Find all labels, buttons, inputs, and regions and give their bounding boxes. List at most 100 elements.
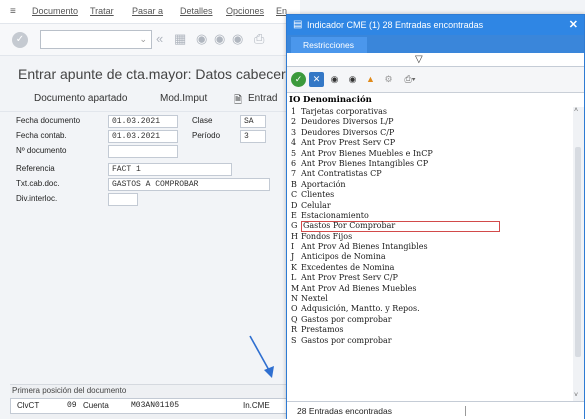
entry-denominacion: Celular <box>301 200 331 210</box>
first-item-row: ClvCT 09 Cuenta M03AN01105 In.CME <box>10 398 300 414</box>
entry-io: N <box>291 294 298 304</box>
list-item[interactable]: 2 Deudores Diversos L/P <box>287 117 572 127</box>
popup-titlebar[interactable]: ▤ Indicador CME (1) 28 Entradas encontra… <box>287 15 584 35</box>
entry-io: L <box>291 273 297 283</box>
clvct-field[interactable]: 09 <box>67 401 77 410</box>
entry-denominacion: Deudores Diversos L/P <box>301 117 394 127</box>
status-divider <box>465 406 466 416</box>
entry-denominacion: Excedentes de Nomina <box>301 262 395 272</box>
scrollbar-thumb[interactable] <box>575 147 581 357</box>
entry-io: R <box>291 325 298 335</box>
list-item[interactable]: N Nextel <box>287 294 572 304</box>
entry-denominacion: Gastos Por Comprobar <box>301 221 501 232</box>
close-icon[interactable]: ✕ <box>569 18 578 31</box>
entry-denominacion: Tarjetas corporativas <box>301 107 387 116</box>
list-item[interactable]: H Fondos Fijos <box>287 232 572 242</box>
entry-io: O <box>291 304 298 314</box>
cuenta-field[interactable]: M03AN01105 <box>131 401 179 410</box>
entry-io: 7 <box>291 169 297 179</box>
settings-icon[interactable]: ⚙ <box>381 72 396 87</box>
list-item[interactable]: M Ant Prov Ad Bienes Muebles <box>287 284 572 294</box>
column-io-header[interactable]: IO <box>289 95 300 105</box>
filter-toggle-icon[interactable]: ▽ <box>415 54 423 65</box>
list-item[interactable]: I Ant Prov Ad Bienes Intangibles <box>287 242 572 252</box>
confirm-icon[interactable]: ✓ <box>291 72 306 87</box>
tab-restricciones[interactable]: Restricciones <box>291 37 367 53</box>
list-item[interactable]: O Adqusición, Mantto. y Repos. <box>287 304 572 314</box>
entry-denominacion: Anticipos de Nomina <box>301 252 386 262</box>
list-header: IO Denominación <box>287 93 584 107</box>
entry-denominacion: Aportación <box>301 179 346 189</box>
list-item[interactable]: 4 Ant Prov Prest Serv CP <box>287 138 572 148</box>
list-item[interactable]: B Aportación <box>287 180 572 190</box>
entry-io: E <box>291 210 297 220</box>
popup-tabbar: Restricciones <box>287 35 584 53</box>
list-item[interactable]: E Estacionamiento <box>287 211 572 221</box>
entry-denominacion: Ant Prov Ad Bienes Muebles <box>301 283 417 293</box>
vertical-scrollbar[interactable]: ˄ ˅ <box>573 107 584 401</box>
search-help-popup: ▤ Indicador CME (1) 28 Entradas encontra… <box>286 14 585 419</box>
entry-denominacion: Fondos Fijos <box>301 231 353 241</box>
entry-denominacion: Ant Prov Bienes Muebles e InCP <box>301 148 433 158</box>
filter-bar: ▽ <box>287 53 584 67</box>
list-item[interactable]: L Ant Prov Prest Serv C/P <box>287 273 572 283</box>
entry-io: 6 <box>291 158 297 168</box>
chevron-down-icon[interactable]: ˅ <box>574 392 578 399</box>
entry-io: 1 <box>291 107 297 116</box>
entry-denominacion: Gastos por comprobar <box>301 335 392 345</box>
entry-io: J <box>291 252 295 262</box>
entry-io: S <box>291 335 297 345</box>
hitlist-toolbar: ✓ ✕ ◉ ◉ ▲ ⚙ ⎙▾ <box>287 67 584 93</box>
entries-list: 1 Tarjetas corporativas 2 Deudores Diversos… <box>287 107 572 401</box>
status-text: 28 Entradas encontradas <box>297 406 392 416</box>
entry-denominacion: Ant Contratistas CP <box>301 169 382 179</box>
window-icon: ▤ <box>293 19 303 30</box>
column-denominacion-header[interactable]: Denominación <box>303 95 372 105</box>
cancel-icon[interactable]: ✕ <box>309 72 324 87</box>
clvct-label: ClvCT <box>17 401 40 410</box>
annotation-arrow <box>249 335 274 378</box>
list-item[interactable]: J Anticipos de Nomina <box>287 252 572 262</box>
entry-denominacion: Prestamos <box>301 325 344 335</box>
list-item[interactable]: 7 Ant Contratistas CP <box>287 169 572 179</box>
entry-denominacion: Ant Prov Ad Bienes Intangibles <box>301 242 428 252</box>
list-item[interactable]: D Celular <box>287 201 572 211</box>
list-item[interactable]: 6 Ant Prov Bienes Intangibles CP <box>287 159 572 169</box>
print-icon[interactable]: ⎙▾ <box>399 72 421 87</box>
list-item[interactable]: K Excedentes de Nomina <box>287 263 572 273</box>
sort-icon[interactable]: ▲ <box>363 72 378 87</box>
entry-io: G <box>291 221 298 231</box>
entry-denominacion: Adqusición, Mantto. y Repos. <box>301 304 420 314</box>
cuenta-label: Cuenta <box>83 401 109 410</box>
entry-io: 4 <box>291 138 297 148</box>
list-item[interactable]: C Clientes <box>287 190 572 200</box>
entry-io: M <box>291 283 300 293</box>
entry-io: 2 <box>291 117 297 127</box>
entry-io: C <box>291 190 298 200</box>
incme-label: In.CME <box>243 401 270 410</box>
entry-denominacion: Ant Prov Prest Serv C/P <box>301 273 398 283</box>
chevron-up-icon[interactable]: ˄ <box>574 107 578 114</box>
find-next-icon[interactable]: ◉ <box>345 72 360 87</box>
entry-io: 5 <box>291 148 297 158</box>
list-item[interactable]: G Gastos Por Comprobar <box>287 221 572 232</box>
popup-title: Indicador CME (1) 28 Entradas encontrada… <box>307 20 484 30</box>
entry-io: I <box>291 242 295 252</box>
entry-denominacion: Nextel <box>301 294 328 304</box>
entry-io: 3 <box>291 127 297 137</box>
entry-denominacion: Gastos por comprobar <box>301 314 392 324</box>
list-item[interactable]: 3 Deudores Diversos C/P <box>287 128 572 138</box>
list-item[interactable]: R Prestamos <box>287 325 572 335</box>
list-item[interactable]: Q Gastos por comprobar <box>287 315 572 325</box>
find-icon[interactable]: ◉ <box>327 72 342 87</box>
entry-io: H <box>291 231 298 241</box>
entry-denominacion: Estacionamiento <box>301 210 369 220</box>
first-item-title: Primera posición del documento <box>12 386 127 395</box>
list-item[interactable]: 5 Ant Prov Bienes Muebles e InCP <box>287 149 572 159</box>
list-item[interactable]: S Gastos por comprobar <box>287 336 572 346</box>
status-bar: 28 Entradas encontradas <box>287 401 584 419</box>
entry-denominacion: Ant Prov Prest Serv CP <box>301 138 396 148</box>
entry-denominacion: Ant Prov Bienes Intangibles CP <box>301 158 429 168</box>
entry-io: B <box>291 179 297 189</box>
list-item[interactable]: 1 Tarjetas corporativas <box>287 107 572 117</box>
